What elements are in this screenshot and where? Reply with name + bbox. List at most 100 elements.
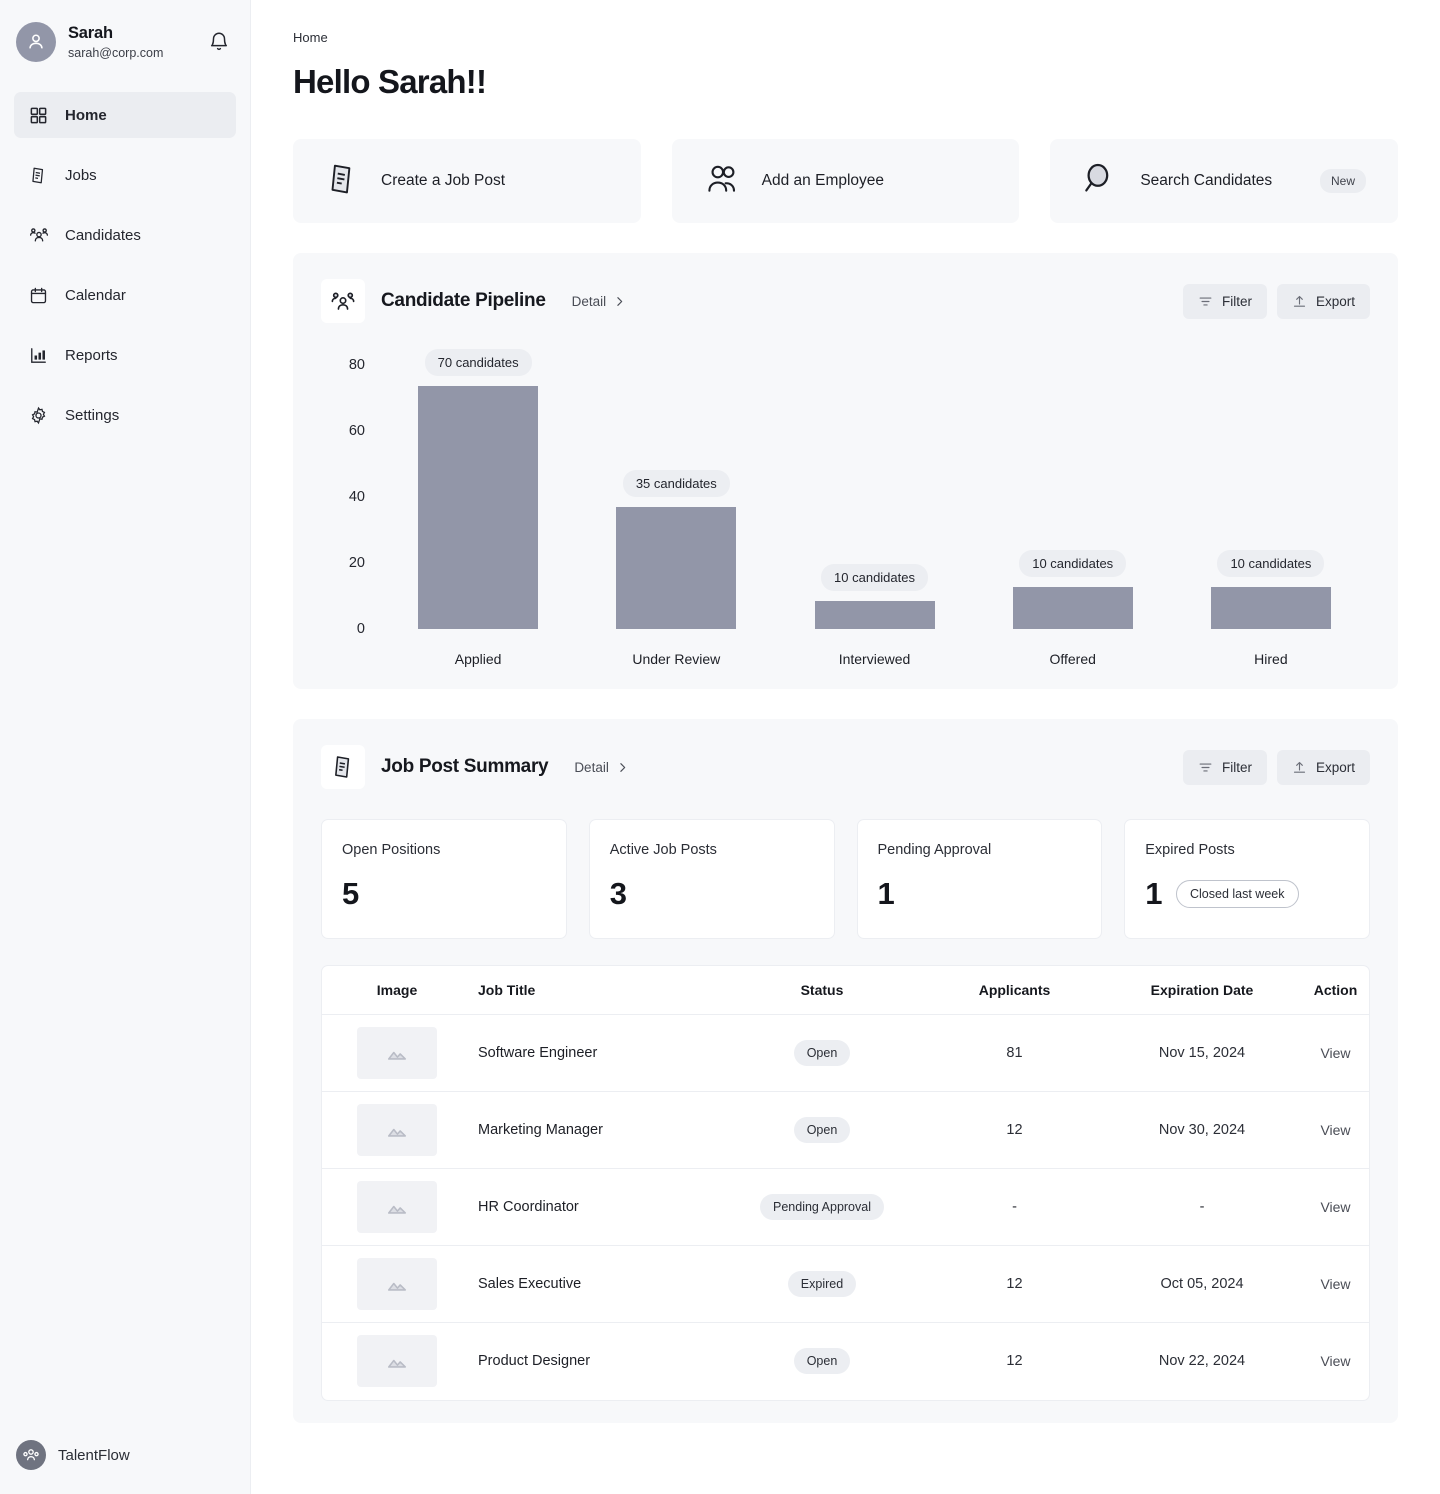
sidebar-item-calendar[interactable]: Calendar xyxy=(14,272,236,318)
people-icon xyxy=(28,225,49,246)
cell-applicants: - xyxy=(927,1168,1102,1246)
cell-action: View xyxy=(1302,1245,1369,1323)
quick-action-label: Add an Employee xyxy=(761,172,885,189)
view-link[interactable]: View xyxy=(1320,1276,1350,1292)
breadcrumb[interactable]: Home xyxy=(293,30,1398,45)
chart-bar-area: 10 candidates xyxy=(1172,357,1370,629)
cell-expiration-date: Nov 22, 2024 xyxy=(1158,1353,1246,1370)
cell-job-title: HR Coordinator xyxy=(472,1168,717,1246)
export-button[interactable]: Export xyxy=(1276,749,1370,785)
export-label: Export xyxy=(1315,759,1355,775)
people-icon xyxy=(704,161,740,202)
search-candidates-card[interactable]: Search Candidates New xyxy=(1050,139,1399,223)
y-tick: 60 xyxy=(348,423,365,439)
sidebar-item-label: Candidates xyxy=(65,226,141,244)
cell-action: View xyxy=(1302,1323,1369,1400)
table-row[interactable]: HR Coordinator Pending Approval - - View xyxy=(322,1168,1369,1246)
job-summary-detail-link[interactable]: Detail xyxy=(574,760,629,775)
job-posts-table: Image Job Title Status Applicants Expira… xyxy=(321,965,1370,1401)
document-icon xyxy=(321,745,365,789)
cell-action: View xyxy=(1302,1168,1369,1246)
chart-data-label: 35 candidates xyxy=(622,469,730,497)
export-icon xyxy=(1293,761,1306,773)
kpi-value-row: 5 xyxy=(342,876,546,912)
sidebar-item-jobs[interactable]: Jobs xyxy=(14,152,236,198)
cell-expiration-date: Nov 15, 2024 xyxy=(1102,1014,1302,1092)
cell-expiration-date: Nov 30, 2024 xyxy=(1102,1091,1302,1169)
image-placeholder-icon xyxy=(357,1335,437,1388)
column-header-status: Status xyxy=(717,966,927,1015)
job-post-summary-panel: Job Post Summary Detail Filter Export Op… xyxy=(293,719,1398,1423)
user-profile[interactable]: Sarah sarah@corp.com xyxy=(0,0,250,82)
status-badge: Open xyxy=(793,1117,851,1143)
chart-bar-group: 70 candidates Applied xyxy=(379,349,577,667)
view-link[interactable]: View xyxy=(1320,1045,1350,1061)
user-meta: Sarah sarah@corp.com xyxy=(68,24,208,60)
panel-actions: Filter Export xyxy=(1182,749,1370,785)
sidebar-item-settings[interactable]: Settings xyxy=(14,392,236,438)
bell-icon[interactable] xyxy=(208,31,230,53)
kpi-label: Pending Approval xyxy=(877,842,992,858)
sidebar-item-label: Jobs xyxy=(65,166,97,184)
kpi-value: 1 xyxy=(1145,876,1162,911)
brand[interactable]: TalentFlow xyxy=(16,1440,130,1470)
sidebar-item-candidates[interactable]: Candidates xyxy=(14,212,236,258)
chart-plot-area: 70 candidates Applied 35 candidates Under R… xyxy=(379,349,1370,667)
kpi-value-row: 1 xyxy=(878,876,1082,912)
kpi-card: Open Positions 5 xyxy=(321,819,567,939)
document-icon xyxy=(325,162,359,201)
chart-data-label: 10 candidates xyxy=(821,564,928,591)
kpi-card: Pending Approval 1 xyxy=(856,819,1103,939)
cell-status: Pending Approval xyxy=(717,1168,927,1246)
table-row[interactable]: Sales Executive Expired 12 Oct 05, 2024 View xyxy=(322,1245,1369,1323)
status-badge: Expired xyxy=(787,1271,857,1297)
calendar-icon xyxy=(28,285,49,306)
status-badge: New xyxy=(1320,169,1367,193)
chart-data-label: 70 candidates xyxy=(424,349,532,376)
filter-icon xyxy=(1199,762,1212,772)
export-button[interactable]: Export xyxy=(1276,283,1370,319)
add-employee-card[interactable]: Add an Employee xyxy=(671,139,1020,223)
table-row[interactable]: Software Engineer Open 81 Nov 15, 2024 View xyxy=(322,1014,1369,1092)
cell-image xyxy=(322,1245,472,1323)
column-header-image: Image xyxy=(322,966,472,1015)
people-icon xyxy=(321,279,365,323)
create-job-post-card[interactable]: Create a Job Post xyxy=(293,139,641,223)
chart-data-label: 10 candidates xyxy=(1217,550,1325,577)
cell-status: Open xyxy=(717,1323,927,1400)
pipeline-detail-link[interactable]: Detail xyxy=(572,294,627,309)
filter-icon xyxy=(1199,296,1212,306)
cell-job-title: Sales Executive xyxy=(472,1245,717,1323)
detail-label: Detail xyxy=(574,759,609,775)
kpi-label: Open Positions xyxy=(342,842,441,858)
view-link[interactable]: View xyxy=(1320,1122,1350,1138)
quick-actions-row: Create a Job Post Add an Employee Search… xyxy=(293,139,1399,223)
view-link[interactable]: View xyxy=(1320,1353,1350,1369)
quick-action-label: Create a Job Post xyxy=(381,172,506,189)
y-tick: 40 xyxy=(348,489,365,505)
kpi-value: 5 xyxy=(342,876,359,911)
table-row[interactable]: Marketing Manager Open 12 Nov 30, 2024 View xyxy=(322,1091,1369,1169)
kpi-card: Expired Posts 1 Closed last week xyxy=(1124,819,1370,939)
export-icon xyxy=(1293,295,1306,307)
sidebar-item-reports[interactable]: Reports xyxy=(14,332,236,378)
chart-x-tick-label: Interviewed xyxy=(838,651,911,667)
filter-button[interactable]: Filter xyxy=(1182,283,1267,319)
view-link[interactable]: View xyxy=(1320,1199,1350,1215)
cell-applicants: 81 xyxy=(927,1014,1102,1092)
detail-label: Detail xyxy=(571,293,607,309)
cell-image xyxy=(322,1168,472,1246)
sidebar-nav: Home Jobs Candidates Calendar Reports Se… xyxy=(0,92,250,452)
chart-x-tick-label: Applied xyxy=(454,651,502,667)
filter-button[interactable]: Filter xyxy=(1182,749,1267,785)
table-row[interactable]: Product Designer Open 12 Nov 22, 2024 View xyxy=(322,1323,1369,1400)
brand-name: TalentFlow xyxy=(58,1446,130,1464)
sidebar-item-label: Reports xyxy=(65,346,118,364)
column-header-applicants: Applicants xyxy=(927,966,1102,1015)
image-placeholder-icon xyxy=(357,1181,437,1233)
sidebar-item-label: Settings xyxy=(65,406,120,424)
panel-title: Job Post Summary xyxy=(381,756,549,777)
status-badge: Pending Approval xyxy=(760,1194,884,1220)
sidebar-item-home[interactable]: Home xyxy=(14,92,236,138)
avatar xyxy=(16,22,56,62)
